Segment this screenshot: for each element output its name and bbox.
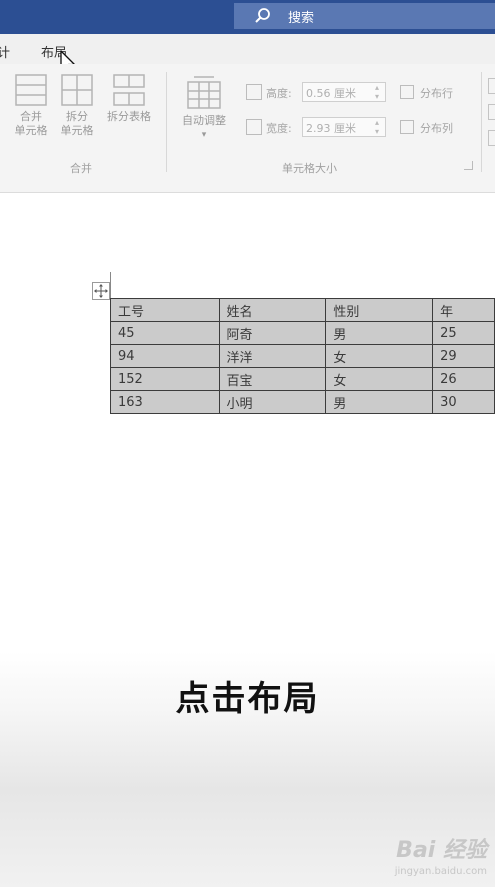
split-table-icon	[113, 74, 145, 106]
split-table-button[interactable]: 拆分表格	[100, 74, 158, 124]
dialog-launcher-icon[interactable]	[464, 161, 473, 170]
autofit-button[interactable]: 自动调整 ▾	[174, 74, 234, 142]
ribbon-layout-panel: 合并 单元格 拆分 单元格 拆分表格 合并 自动调整 ▾ 高度: 0.56 厘米…	[0, 64, 495, 193]
alignment-icon-2[interactable]	[488, 104, 495, 120]
search-box[interactable]: 搜索	[234, 3, 495, 29]
watermark-brand: Bai 经验	[396, 838, 487, 863]
split-cells-label: 拆分 单元格	[60, 110, 94, 137]
cell-size-group-label: 单元格大小	[282, 162, 337, 175]
alignment-icon[interactable]	[488, 78, 495, 94]
col-width-icon	[246, 119, 262, 135]
autofit-icon	[187, 76, 221, 109]
row-height-icon	[246, 84, 262, 100]
document-page	[0, 193, 495, 887]
distribute-rows-icon	[400, 85, 414, 99]
autofit-label: 自动调整	[182, 114, 226, 127]
search-label: 搜索	[288, 11, 315, 26]
row-height-field[interactable]: 高度: 0.56 厘米 ▴ ▾	[246, 82, 391, 104]
tab-design[interactable]: 计	[0, 42, 10, 61]
split-table-label: 拆分表格	[107, 110, 151, 123]
col-width-label: 宽度:	[266, 122, 292, 135]
col-width-value: 2.93 厘米	[306, 122, 356, 135]
split-cells-icon	[61, 74, 93, 106]
alignment-icon-3[interactable]	[488, 130, 495, 146]
split-cells-button[interactable]: 拆分 单元格	[54, 74, 100, 138]
row-height-value: 0.56 厘米	[306, 87, 356, 100]
group-divider	[166, 72, 167, 172]
row-height-label: 高度:	[266, 87, 292, 100]
video-caption: 点击布局	[175, 679, 320, 719]
group-divider-right	[481, 72, 482, 172]
col-width-spinner-icon: ▴ ▾	[375, 118, 380, 136]
title-bar: 搜索	[0, 0, 495, 34]
row-height-spinner-icon: ▴ ▾	[375, 83, 380, 101]
merge-cells-label: 合并 单元格	[14, 110, 48, 137]
autofit-dropdown-icon: ▾	[201, 130, 207, 140]
watermark-logo: Bai 经验 jingyan.baidu.com	[395, 832, 487, 877]
merge-group-label: 合并	[70, 162, 92, 175]
merge-cells-button[interactable]: 合并 单元格	[8, 74, 54, 138]
merge-cells-icon	[15, 74, 47, 106]
distribute-cols-button[interactable]: 分布列	[400, 120, 453, 136]
distribute-cols-icon	[400, 120, 414, 134]
search-icon	[255, 8, 270, 23]
distribute-rows-label: 分布行	[420, 87, 453, 100]
watermark-url: jingyan.baidu.com	[394, 866, 487, 877]
distribute-rows-button[interactable]: 分布行	[400, 85, 453, 101]
distribute-cols-label: 分布列	[420, 122, 453, 135]
col-width-field[interactable]: 宽度: 2.93 厘米 ▴ ▾	[246, 117, 391, 139]
